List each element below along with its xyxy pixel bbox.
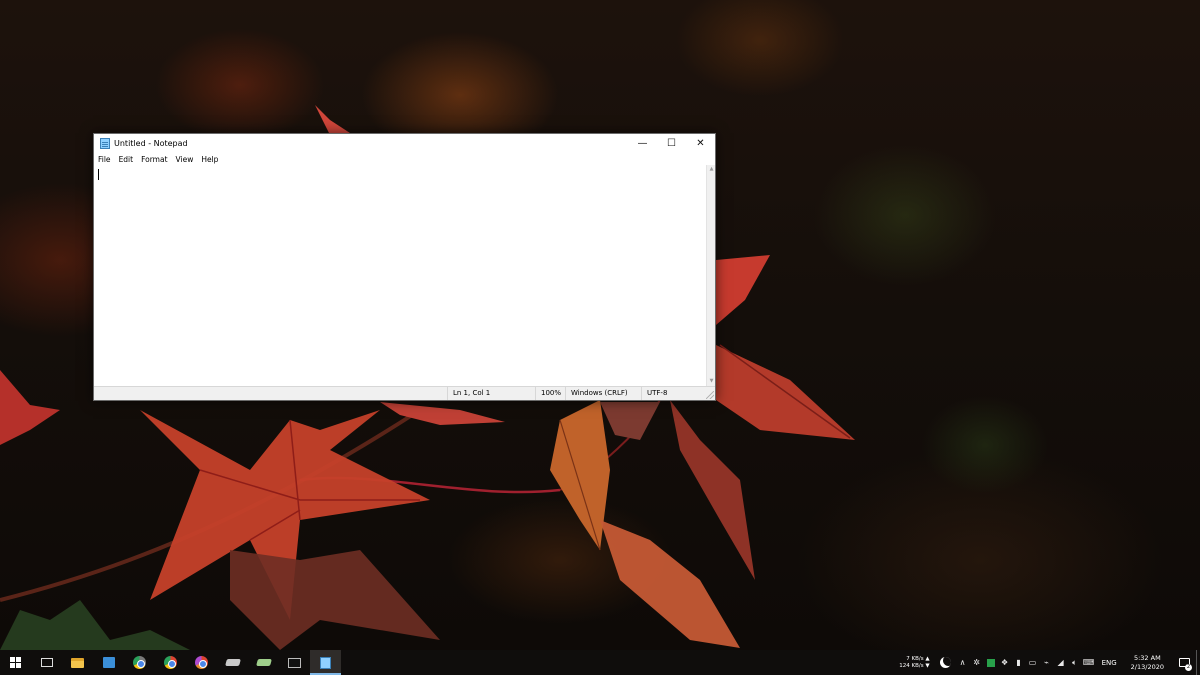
taskbar-drive-2[interactable]: [248, 650, 279, 675]
encoding: UTF-8: [641, 387, 701, 400]
clock-date: 2/13/2020: [1130, 662, 1164, 671]
taskbar-store[interactable]: [93, 650, 124, 675]
sun-icon: ✲: [973, 658, 980, 667]
tray-usb[interactable]: ⌁: [1040, 650, 1054, 675]
taskbar-chrome-3[interactable]: [186, 650, 217, 675]
menu-bar: File Edit Format View Help: [94, 153, 715, 165]
network-speed-monitor[interactable]: 7 KB/s ▲ 124 KB/s ▼: [899, 656, 929, 670]
display-icon: ▭: [1028, 658, 1037, 667]
menu-format[interactable]: Format: [141, 155, 167, 164]
notepad-icon: [100, 138, 110, 149]
menu-edit[interactable]: Edit: [119, 155, 134, 164]
down-arrow-icon: ▼: [925, 662, 930, 669]
keyboard-icon: ⌨: [1082, 658, 1095, 667]
window-title: Untitled - Notepad: [114, 139, 188, 148]
zoom-level: 100%: [535, 387, 565, 400]
start-button[interactable]: [0, 650, 31, 675]
status-bar: Ln 1, Col 1 100% Windows (CRLF) UTF-8: [94, 386, 715, 400]
night-light-button[interactable]: [936, 650, 956, 675]
chevron-up-icon: ∧: [959, 658, 966, 667]
tray-app-green[interactable]: [984, 650, 998, 675]
battery-icon: ▮: [1016, 658, 1021, 667]
language-indicator[interactable]: ENG: [1102, 659, 1117, 667]
taskbar: 7 KB/s ▲ 124 KB/s ▼ ∧ ✲ ❖ ▮ ▭ ⌁ ◢ 🔈︎ ⌨ E…: [0, 650, 1200, 675]
clock[interactable]: 5:32 AM 2/13/2020: [1131, 654, 1164, 672]
minimize-button[interactable]: —: [628, 134, 657, 153]
menu-help[interactable]: Help: [201, 155, 218, 164]
maximize-button[interactable]: ☐: [657, 134, 686, 153]
close-button[interactable]: ✕: [686, 134, 715, 153]
show-desktop-button[interactable]: [1196, 650, 1200, 675]
tray-volume[interactable]: 🔈︎: [1068, 650, 1082, 675]
menu-file[interactable]: File: [98, 155, 111, 164]
tray-battery[interactable]: ▮: [1012, 650, 1026, 675]
download-speed: 124 KB/s: [899, 662, 924, 669]
text-editor-area[interactable]: ▲ ▼: [94, 165, 715, 386]
dropbox-icon: ❖: [1000, 658, 1009, 667]
text-caret: [98, 169, 99, 180]
wifi-icon: ◢: [1057, 658, 1064, 667]
vertical-scrollbar[interactable]: ▲ ▼: [706, 165, 715, 386]
taskbar-file-explorer[interactable]: [62, 650, 93, 675]
microsoft-store-icon: [102, 657, 115, 668]
title-bar[interactable]: Untitled - Notepad — ☐ ✕: [94, 134, 715, 153]
app-tray-icon: [986, 658, 995, 667]
notepad-icon: [320, 656, 331, 669]
tray-brightness[interactable]: ✲: [970, 650, 984, 675]
scroll-up-icon[interactable]: ▲: [707, 165, 716, 174]
cursor-position: Ln 1, Col 1: [447, 387, 535, 400]
task-view-button[interactable]: [31, 650, 62, 675]
notepad-window: Untitled - Notepad — ☐ ✕ File Edit Forma…: [93, 133, 716, 401]
notification-badge: 2: [1185, 664, 1192, 671]
scroll-down-icon[interactable]: ▼: [707, 377, 716, 386]
task-view-icon: [40, 658, 53, 667]
resize-grip-icon[interactable]: [706, 391, 714, 399]
chrome-icon: [164, 656, 177, 669]
windows-start-icon: [10, 657, 21, 668]
drive-icon: [224, 659, 241, 666]
upload-speed: 7 KB/s: [906, 655, 924, 662]
file-explorer-icon: [71, 657, 84, 668]
drive-icon: [255, 659, 272, 666]
taskbar-chrome-1[interactable]: [124, 650, 155, 675]
terminal-icon: [288, 657, 301, 668]
speaker-icon: 🔈︎: [1072, 657, 1077, 667]
up-arrow-icon: ▲: [925, 655, 930, 662]
chrome-icon: [195, 656, 208, 669]
tray-keyboard[interactable]: ⌨: [1082, 650, 1096, 675]
menu-view[interactable]: View: [176, 155, 194, 164]
line-endings: Windows (CRLF): [565, 387, 641, 400]
taskbar-chrome-2[interactable]: [155, 650, 186, 675]
action-center-button[interactable]: 2: [1172, 650, 1196, 675]
taskbar-notepad[interactable]: [310, 650, 341, 675]
chrome-icon: [133, 656, 146, 669]
show-hidden-icons-button[interactable]: ∧: [956, 650, 970, 675]
clock-time: 5:32 AM: [1133, 653, 1161, 662]
moon-icon: [940, 657, 952, 668]
usb-icon: ⌁: [1044, 658, 1049, 667]
tray-wifi[interactable]: ◢: [1054, 650, 1068, 675]
system-tray: 7 KB/s ▲ 124 KB/s ▼ ∧ ✲ ❖ ▮ ▭ ⌁ ◢ 🔈︎ ⌨ E…: [899, 650, 1200, 675]
tray-dropbox[interactable]: ❖: [998, 650, 1012, 675]
taskbar-drive-1[interactable]: [217, 650, 248, 675]
taskbar-terminal[interactable]: [279, 650, 310, 675]
tray-monitor[interactable]: ▭: [1026, 650, 1040, 675]
